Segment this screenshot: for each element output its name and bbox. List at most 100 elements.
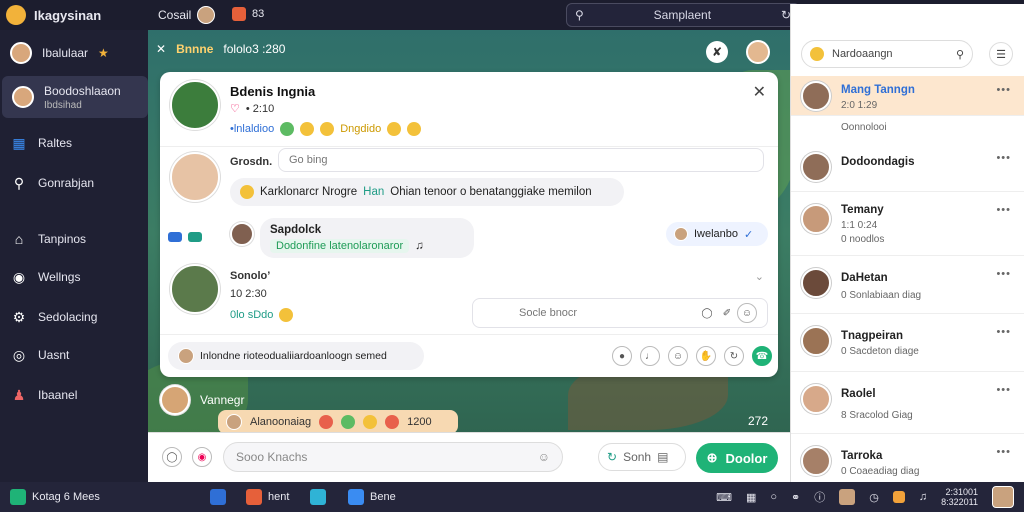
- chat-header: ✕ Bnnne fololo3 :280: [156, 42, 285, 56]
- link-icon[interactable]: ⚭: [791, 491, 800, 504]
- grid-icon: ▦: [12, 134, 26, 151]
- info-icon[interactable]: ⓘ: [814, 489, 825, 505]
- grid-icon[interactable]: ▦: [746, 491, 756, 504]
- contact-item[interactable]: Mang Tanngn 2:0 1:29 •••: [791, 76, 1024, 116]
- contact-sub: 0 Sacdeton diage: [841, 346, 919, 357]
- account-switcher[interactable]: Cosail: [158, 6, 216, 24]
- refresh-icon[interactable]: ↻: [724, 346, 744, 366]
- global-search-input[interactable]: ⚲ Samplaent ↻: [566, 3, 800, 27]
- taskbar-app[interactable]: hent: [246, 489, 289, 505]
- sidebar-item-home[interactable]: ⌂ Tanpinos: [0, 228, 150, 250]
- avatar: [801, 152, 831, 182]
- contact-item[interactable]: Dodoondagis •••: [791, 140, 1024, 192]
- app-icon: [246, 489, 262, 505]
- clock-icon[interactable]: ◷: [869, 491, 879, 504]
- headset-icon[interactable]: ○: [770, 491, 777, 503]
- add-icon[interactable]: ◯: [162, 447, 182, 467]
- contact-item[interactable]: Tnagpeiran 0 Sacdeton diage •••: [791, 314, 1024, 372]
- sidebar-item-settings[interactable]: ⚙ Sedolacing: [0, 306, 150, 328]
- record-icon[interactable]: ●: [612, 346, 632, 366]
- more-icon[interactable]: •••: [996, 204, 1011, 216]
- status-pill[interactable]: Iwelanbo ✓: [666, 222, 768, 246]
- notification-icon[interactable]: [892, 491, 905, 503]
- notification-tab[interactable]: 83: [232, 7, 264, 21]
- refresh-icon: ↻: [607, 450, 618, 464]
- emoji-icon: [240, 185, 254, 199]
- contacts-search-input[interactable]: Nardoaangn ⚲: [801, 40, 973, 68]
- message-input[interactable]: Sooo Knachs ☺: [223, 442, 563, 472]
- voice-icon[interactable]: ♩: [640, 346, 660, 366]
- sidebar-item-record[interactable]: ◎ Uasnt: [0, 344, 150, 366]
- chat-area: ✕ Bnnne fololo3 :280 ✘ Bdenis Ingnia ✕ ♡…: [148, 30, 790, 482]
- app-logo-icon: [6, 5, 26, 25]
- sidebar-item-label: Sedolacing: [38, 310, 98, 324]
- more-icon[interactable]: •••: [996, 326, 1011, 338]
- taskbar-app[interactable]: Bene: [348, 489, 396, 505]
- sidebar-item-label: Ibaanel: [38, 388, 78, 402]
- search-placeholder: Samplaent: [653, 8, 712, 22]
- chevron-down-icon[interactable]: ⌄: [755, 270, 764, 283]
- tag-link[interactable]: •lnlaldioo: [230, 123, 274, 135]
- app-icon: [310, 489, 326, 505]
- send-options-button[interactable]: ↻ Sonh ▤: [598, 443, 686, 471]
- message-author: Sapdolck: [270, 223, 322, 236]
- taskbar-app[interactable]: [210, 489, 226, 505]
- sticker-icon[interactable]: ◉: [192, 447, 212, 467]
- call-icon[interactable]: ☎: [752, 346, 772, 366]
- link-icon[interactable]: ✘: [706, 41, 728, 63]
- sidebar-item-raltes[interactable]: ▦ Raltes: [0, 132, 150, 154]
- collapse-icon[interactable]: ✕: [156, 42, 166, 56]
- contact-name: Tarroka: [841, 450, 883, 462]
- reply-field[interactable]: Socle bnocr ◯ ✐ ☺: [472, 298, 768, 328]
- contact-item[interactable]: DaHetan 0 Sonlabiaan diag •••: [791, 256, 1024, 314]
- sidebar-item-label: Ibalulaar: [42, 46, 89, 60]
- reply-input[interactable]: Go bing: [278, 148, 764, 172]
- sidebar-item-chats[interactable]: ◉ Wellngs: [0, 266, 150, 288]
- message-bubble: Karklonarcr Nrogre Han Ohian tenoor o be…: [230, 178, 624, 206]
- close-icon[interactable]: ✕: [753, 82, 766, 102]
- app-tab-icon: [232, 7, 246, 21]
- sidebar-item-active-chat[interactable]: Boodoshlaaon Ibdsihad: [2, 76, 148, 118]
- more-icon[interactable]: •••: [996, 152, 1011, 164]
- app-header[interactable]: Ikagysinan: [6, 5, 101, 25]
- shield-icon[interactable]: ◯: [697, 303, 717, 323]
- sidebar-item-search[interactable]: ⚲ Gonrabjan: [0, 172, 150, 194]
- avatar: [160, 385, 190, 415]
- conversation-title: Bdenis Ingnia: [230, 84, 316, 99]
- contact-sub: 0 Coaeadiag diag: [841, 466, 920, 477]
- sidebar-item-profile[interactable]: Ibalulaar ★: [0, 40, 150, 66]
- attach-icon[interactable]: ✐: [717, 303, 737, 323]
- more-icon[interactable]: •••: [996, 84, 1011, 96]
- taskbar-app[interactable]: [310, 489, 326, 505]
- search-icon[interactable]: ⚲: [956, 48, 964, 61]
- message-meta: 10 2:30: [230, 288, 267, 300]
- unread-count: 272: [748, 414, 769, 428]
- contact-item[interactable]: Raolel 8 Sracolod Giag •••: [791, 372, 1024, 434]
- record-icon: ◎: [12, 346, 26, 363]
- more-icon[interactable]: •••: [996, 268, 1011, 280]
- emoji-picker-icon[interactable]: ☺: [737, 303, 757, 323]
- send-button[interactable]: ⊕ Doolor: [696, 443, 778, 473]
- more-icon[interactable]: •••: [996, 384, 1011, 396]
- menu-icon[interactable]: ☰: [989, 42, 1013, 66]
- hand-icon[interactable]: ✋: [696, 346, 716, 366]
- sidebar-item-people[interactable]: ♟ Ibaanel: [0, 384, 150, 406]
- volume-icon[interactable]: ♫: [919, 491, 927, 503]
- keyboard-icon[interactable]: ⌨: [716, 491, 732, 504]
- avatar[interactable]: [992, 486, 1014, 508]
- more-icon[interactable]: •••: [996, 446, 1011, 458]
- divider: [160, 334, 778, 335]
- smile-icon[interactable]: ☺: [668, 346, 688, 366]
- contact-item[interactable]: Tarroka 0 Coaeadiag diag •••: [791, 434, 1024, 482]
- reaction-bar[interactable]: Alanoonaiag 1200: [218, 410, 458, 434]
- check-icon: ✓: [744, 228, 754, 241]
- contact-name: Temany: [841, 204, 884, 216]
- conversation-card: Bdenis Ingnia ✕ ♡ • 2:10 •lnlaldioo Dngd…: [160, 72, 778, 377]
- meta-time: • 2:10: [245, 102, 275, 115]
- emoji-picker-icon[interactable]: ☺: [538, 450, 550, 464]
- avatar[interactable]: [746, 40, 770, 64]
- avatar: [801, 268, 831, 298]
- photo-icon[interactable]: [839, 489, 856, 505]
- start-button[interactable]: Kotag 6 Mees: [10, 489, 100, 505]
- contact-item[interactable]: Temany 1:1 0:24 0 noodlos •••: [791, 192, 1024, 256]
